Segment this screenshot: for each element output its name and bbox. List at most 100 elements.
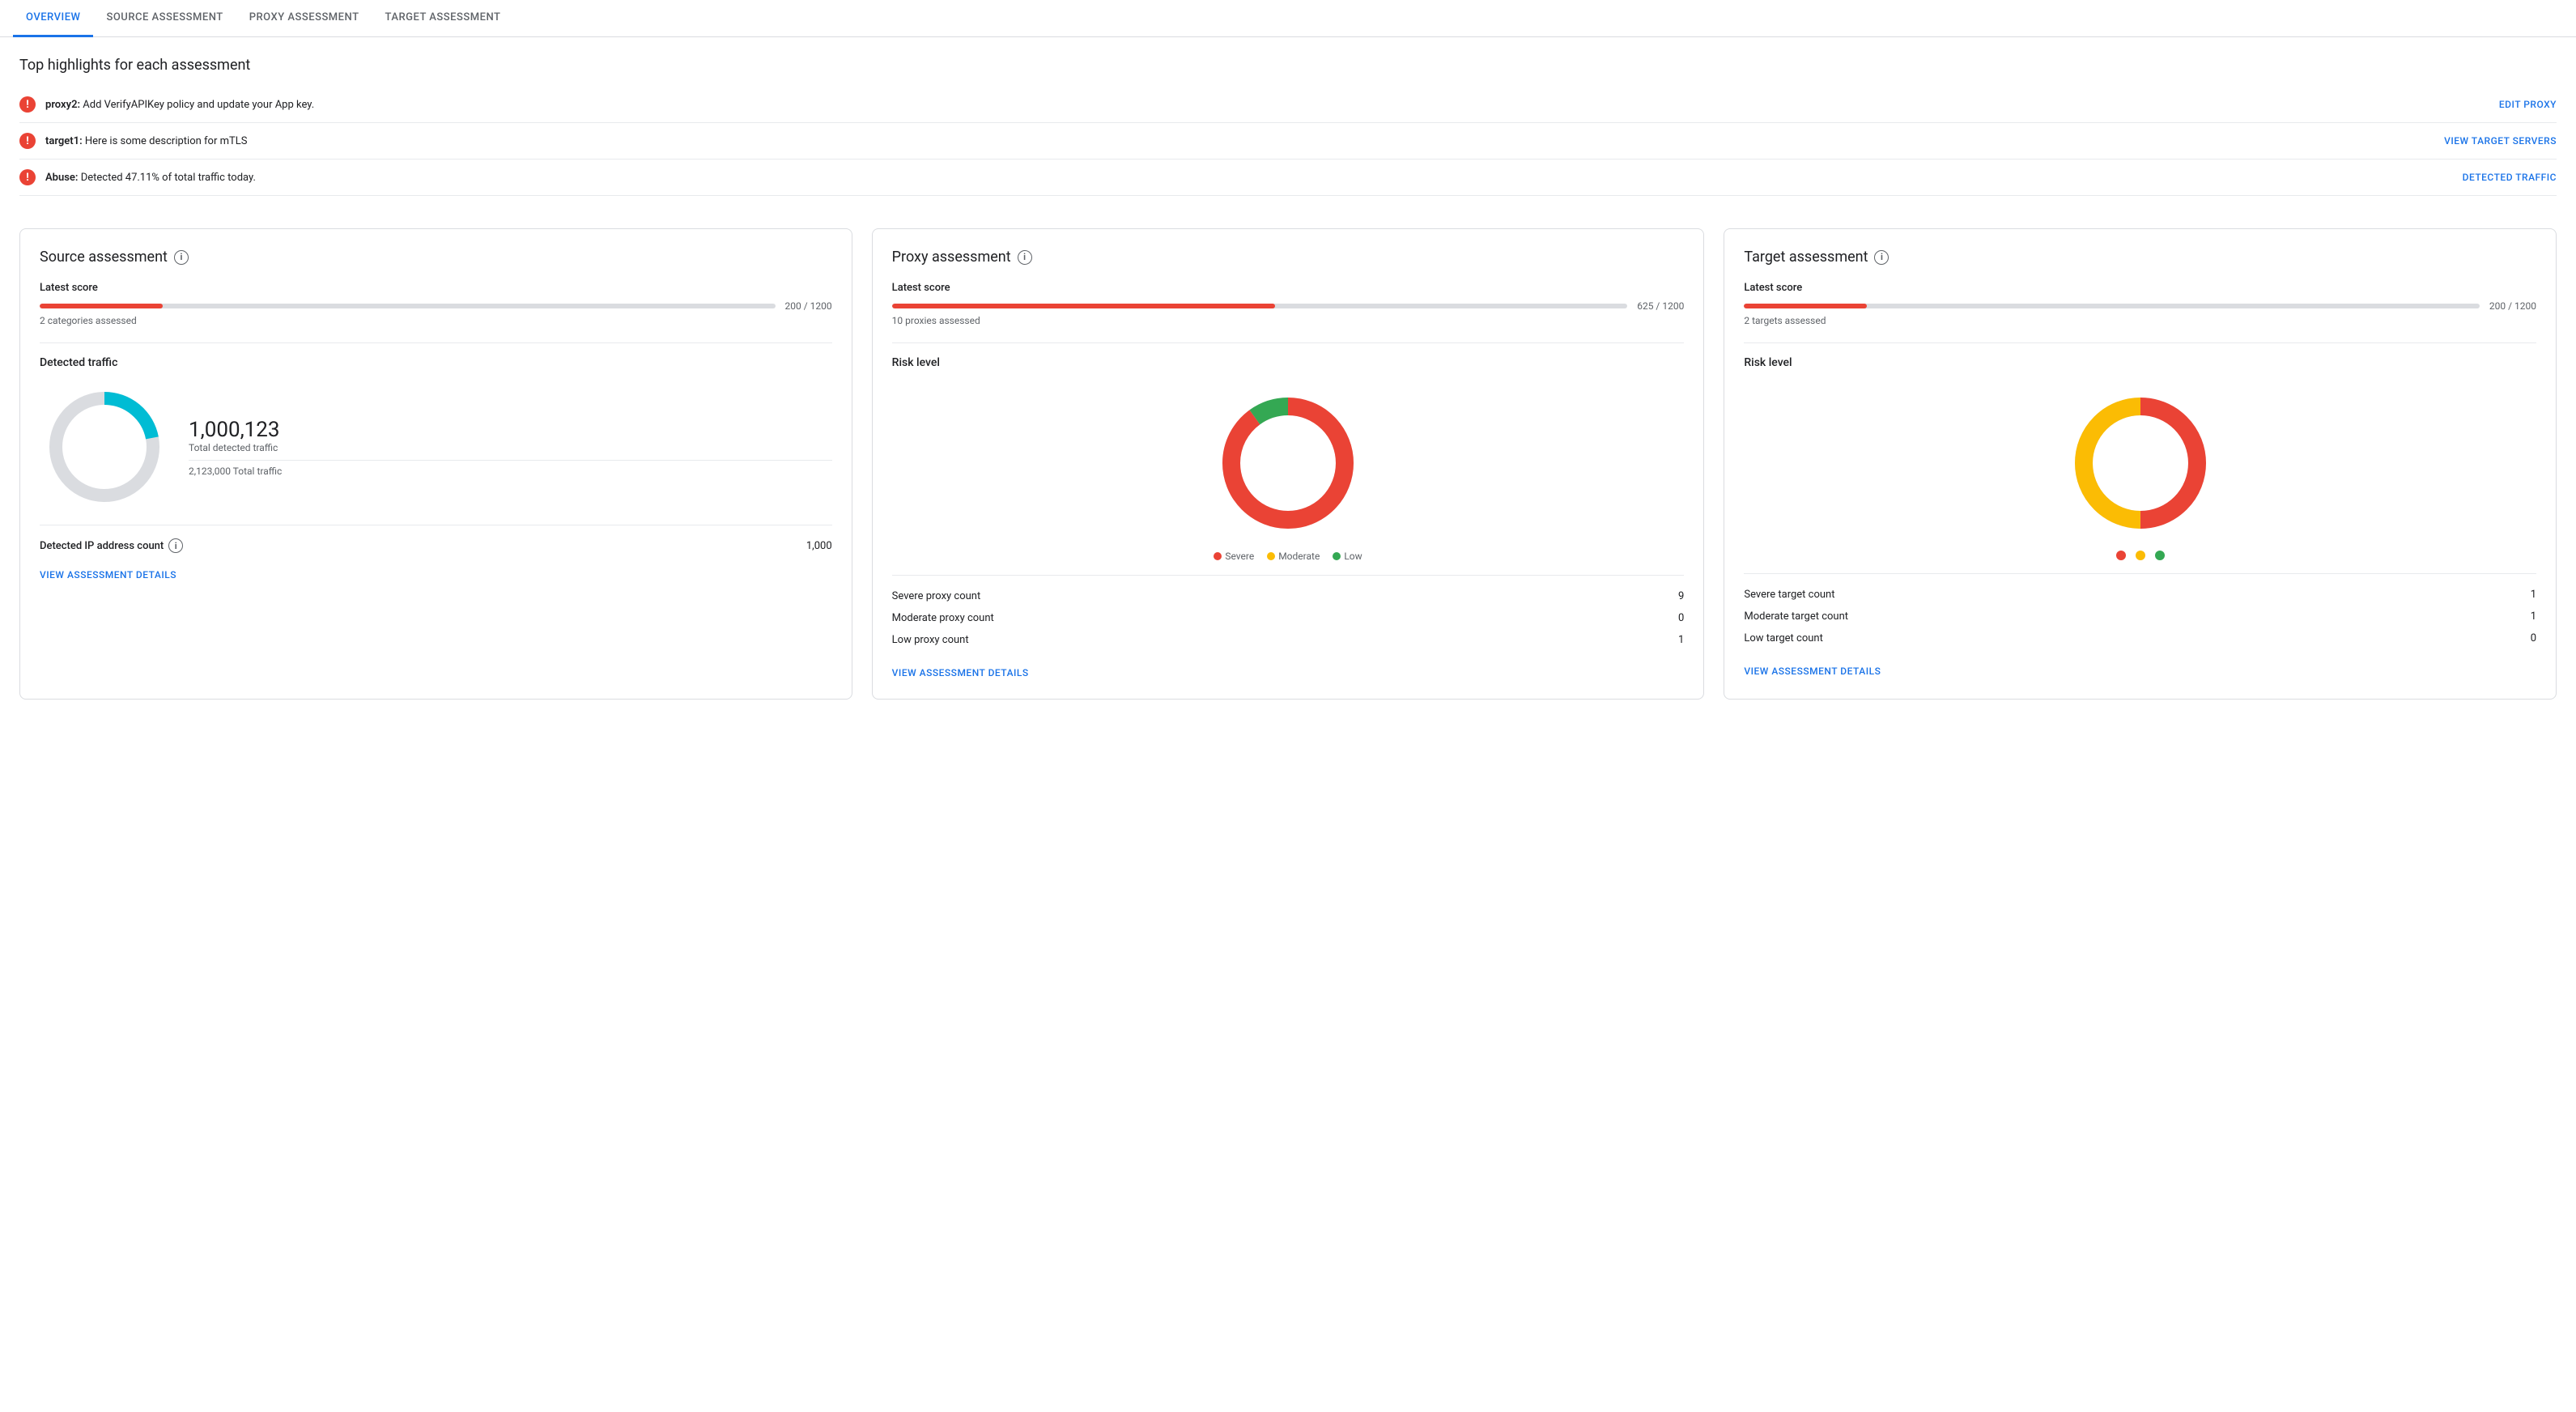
target-legend-low-dot xyxy=(2155,551,2165,560)
tab-proxy-assessment[interactable]: PROXY ASSESSMENT xyxy=(236,0,372,37)
target-legend xyxy=(2116,551,2165,560)
proxy-risk-chart: Severe Moderate Low xyxy=(892,382,1685,562)
edit-proxy-link[interactable]: EDIT PROXY xyxy=(2499,99,2557,110)
alert-icon-target: ! xyxy=(19,133,36,149)
alert-text-proxy: proxy2: Add VerifyAPIKey policy and upda… xyxy=(45,99,314,111)
alert-row-proxy: ! proxy2: Add VerifyAPIKey policy and up… xyxy=(19,87,2557,123)
target-score-sub: 2 targets assessed xyxy=(1744,315,2536,326)
proxy-moderate-count: 0 xyxy=(1678,612,1684,624)
proxy-moderate-row: Moderate proxy count 0 xyxy=(892,607,1685,629)
cards-row: Source assessment i Latest score 200 / 1… xyxy=(0,209,2576,719)
target-score-label: Latest score xyxy=(1744,282,2536,294)
source-traffic-count-label: Total detected traffic xyxy=(189,442,832,453)
target-severe-row: Severe target count 1 xyxy=(1744,584,2536,606)
tab-source-assessment[interactable]: SOURCE ASSESSMENT xyxy=(93,0,236,37)
alert-detail-target: Here is some description for mTLS xyxy=(83,135,248,147)
source-ip-value: 1,000 xyxy=(806,540,832,552)
source-ip-label: Detected IP address count i xyxy=(40,538,183,553)
target-score-fill xyxy=(1744,304,1867,308)
target-risk-label: Risk level xyxy=(1744,356,2536,369)
alert-detail-abuse: Detected 47.11% of total traffic today. xyxy=(78,172,255,184)
source-traffic-count: 1,000,123 xyxy=(189,418,832,442)
alert-left-target: ! target1: Here is some description for … xyxy=(19,133,247,149)
proxy-legend-low-dot xyxy=(1333,552,1341,560)
alert-bold-target: target1: xyxy=(45,135,83,147)
source-traffic-divider xyxy=(189,460,832,461)
proxy-divider-1 xyxy=(892,342,1685,343)
proxy-view-details-link[interactable]: VIEW ASSESSMENT DETAILS xyxy=(892,667,1029,678)
target-donut-svg xyxy=(2060,382,2221,544)
source-donut xyxy=(40,382,169,512)
source-view-details-link[interactable]: VIEW ASSESSMENT DETAILS xyxy=(40,569,176,581)
source-info-icon[interactable]: i xyxy=(174,250,189,265)
source-traffic-content: 1,000,123 Total detected traffic 2,123,0… xyxy=(40,382,832,512)
proxy-count-rows: Severe proxy count 9 Moderate proxy coun… xyxy=(892,575,1685,651)
target-low-count: 0 xyxy=(2531,632,2536,644)
alert-row-abuse: ! Abuse: Detected 47.11% of total traffi… xyxy=(19,159,2557,196)
tab-target-assessment[interactable]: TARGET ASSESSMENT xyxy=(372,0,514,37)
target-moderate-row: Moderate target count 1 xyxy=(1744,606,2536,627)
detected-traffic-link[interactable]: DETECTED TRAFFIC xyxy=(2463,172,2557,183)
proxy-legend-low: Low xyxy=(1333,551,1362,562)
source-divider-1 xyxy=(40,342,832,343)
target-legend-severe-dot xyxy=(2116,551,2126,560)
alert-left-proxy: ! proxy2: Add VerifyAPIKey policy and up… xyxy=(19,96,314,113)
target-assessment-card: Target assessment i Latest score 200 / 1… xyxy=(1724,228,2557,700)
proxy-low-label: Low proxy count xyxy=(892,634,969,646)
proxy-score-track xyxy=(892,304,1628,308)
proxy-score-fill xyxy=(892,304,1275,308)
proxy-info-icon[interactable]: i xyxy=(1018,250,1032,265)
target-view-details-link[interactable]: VIEW ASSESSMENT DETAILS xyxy=(1744,666,1881,677)
target-score-section: Latest score 200 / 1200 2 targets assess… xyxy=(1744,282,2536,326)
source-ip-row: Detected IP address count i 1,000 xyxy=(40,525,832,553)
proxy-legend-low-label: Low xyxy=(1344,551,1362,562)
proxy-score-sub: 10 proxies assessed xyxy=(892,315,1685,326)
view-target-servers-link[interactable]: VIEW TARGET SERVERS xyxy=(2444,135,2557,147)
source-score-label: Latest score xyxy=(40,282,832,294)
target-score-value: 200 / 1200 xyxy=(2489,300,2536,312)
target-moderate-label: Moderate target count xyxy=(1744,610,1848,623)
target-score-bar-row: 200 / 1200 xyxy=(1744,300,2536,312)
alert-text-target: target1: Here is some description for mT… xyxy=(45,135,247,147)
proxy-legend-severe-dot xyxy=(1214,552,1222,560)
target-severe-label: Severe target count xyxy=(1744,589,1834,601)
alert-icon-abuse: ! xyxy=(19,169,36,185)
alert-icon-proxy: ! xyxy=(19,96,36,113)
proxy-low-row: Low proxy count 1 xyxy=(892,629,1685,651)
proxy-severe-row: Severe proxy count 9 xyxy=(892,585,1685,607)
source-score-track xyxy=(40,304,776,308)
proxy-score-bar-row: 625 / 1200 xyxy=(892,300,1685,312)
source-traffic-total: 2,123,000 Total traffic xyxy=(189,466,832,477)
tab-overview[interactable]: OVERVIEW xyxy=(13,0,93,37)
highlights-section: Top highlights for each assessment ! pro… xyxy=(0,37,2576,209)
proxy-legend-moderate-label: Moderate xyxy=(1278,551,1320,562)
target-info-icon[interactable]: i xyxy=(1874,250,1889,265)
target-count-rows: Severe target count 1 Moderate target co… xyxy=(1744,573,2536,649)
alert-bold-proxy: proxy2: xyxy=(45,99,80,111)
source-ip-info-icon[interactable]: i xyxy=(168,538,183,553)
proxy-legend-moderate-dot xyxy=(1267,552,1275,560)
proxy-legend-severe-label: Severe xyxy=(1225,551,1254,562)
proxy-legend: Severe Moderate Low xyxy=(1214,551,1362,562)
proxy-low-count: 1 xyxy=(1678,634,1684,646)
source-score-bar-row: 200 / 1200 xyxy=(40,300,832,312)
source-score-section: Latest score 200 / 1200 2 categories ass… xyxy=(40,282,832,326)
target-card-title: Target assessment i xyxy=(1744,249,2536,266)
alert-row-target: ! target1: Here is some description for … xyxy=(19,123,2557,159)
highlights-title: Top highlights for each assessment xyxy=(19,57,2557,74)
target-divider-1 xyxy=(1744,342,2536,343)
proxy-legend-severe: Severe xyxy=(1214,551,1254,562)
source-ip-label-text: Detected IP address count xyxy=(40,540,164,552)
source-score-value: 200 / 1200 xyxy=(785,300,832,312)
target-moderate-count: 1 xyxy=(2531,610,2536,623)
target-title-text: Target assessment xyxy=(1744,249,1868,266)
target-score-track xyxy=(1744,304,2480,308)
source-card-title: Source assessment i xyxy=(40,249,832,266)
proxy-score-label: Latest score xyxy=(892,282,1685,294)
alert-bold-abuse: Abuse: xyxy=(45,172,78,184)
proxy-donut-svg xyxy=(1207,382,1369,544)
target-low-label: Low target count xyxy=(1744,632,1823,644)
tab-bar: OVERVIEW SOURCE ASSESSMENT PROXY ASSESSM… xyxy=(0,0,2576,37)
source-assessment-card: Source assessment i Latest score 200 / 1… xyxy=(19,228,852,700)
proxy-moderate-label: Moderate proxy count xyxy=(892,612,994,624)
